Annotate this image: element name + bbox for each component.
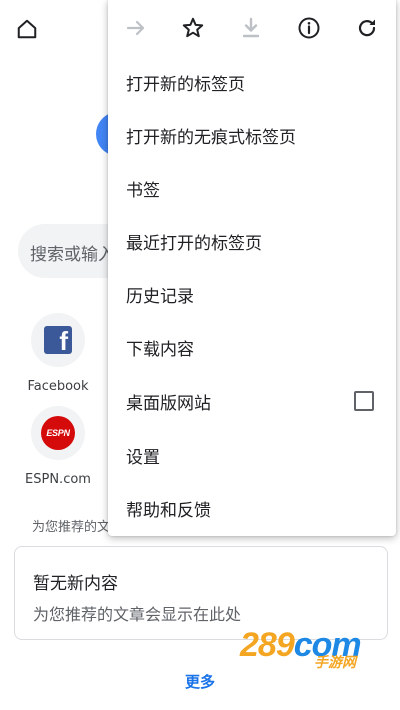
download-icon bbox=[242, 17, 260, 38]
forward-button[interactable] bbox=[122, 14, 150, 42]
forward-icon bbox=[126, 20, 145, 36]
menu-item-label: 打开新的无痕式标签页 bbox=[126, 128, 296, 148]
card-subtitle: 为您推荐的文章会显示在此处 bbox=[33, 605, 242, 624]
star-icon bbox=[182, 17, 204, 38]
menu-item-label: 下载内容 bbox=[126, 340, 194, 360]
menu-item-settings[interactable]: 设置 bbox=[108, 429, 396, 482]
menu-item-downloads[interactable]: 下载内容 bbox=[108, 321, 396, 374]
menu-item-label: 打开新的标签页 bbox=[126, 75, 245, 95]
menu-item-help-feedback[interactable]: 帮助和反馈 bbox=[108, 482, 396, 535]
menu-item-desktop-site[interactable]: 桌面版网站 bbox=[108, 375, 396, 428]
tile-espn[interactable]: ESPN ESPN.com bbox=[13, 406, 103, 487]
bookmark-star-button[interactable] bbox=[179, 14, 207, 42]
page-info-button[interactable] bbox=[295, 14, 323, 42]
search-placeholder: 搜索或输入 bbox=[30, 245, 115, 265]
menu-toolbar bbox=[108, 0, 396, 56]
tile-icon-container: ESPN bbox=[31, 406, 85, 460]
tile-label: ESPN.com bbox=[25, 472, 91, 487]
menu-item-label: 历史记录 bbox=[126, 287, 194, 307]
menu-item-label: 帮助和反馈 bbox=[126, 501, 211, 521]
menu-item-new-incognito-tab[interactable]: 打开新的无痕式标签页 bbox=[108, 109, 396, 162]
refresh-button[interactable] bbox=[353, 14, 381, 42]
overflow-menu: 打开新的标签页 打开新的无痕式标签页 书签 最近打开的标签页 历史记录 下载内容… bbox=[108, 0, 396, 536]
desktop-site-checkbox[interactable] bbox=[354, 391, 374, 411]
watermark-sub: 手游网 bbox=[314, 655, 356, 671]
menu-item-label: 最近打开的标签页 bbox=[126, 234, 262, 254]
tile-icon-container: f bbox=[31, 313, 85, 367]
menu-item-history[interactable]: 历史记录 bbox=[108, 268, 396, 321]
info-icon bbox=[298, 17, 320, 39]
menu-item-label: 桌面版网站 bbox=[126, 394, 211, 414]
card-title: 暂无新内容 bbox=[33, 574, 118, 594]
home-icon bbox=[17, 19, 37, 39]
refresh-icon bbox=[358, 19, 376, 37]
more-link[interactable]: 更多 bbox=[0, 671, 400, 692]
watermark-logo: 289com 手游网 bbox=[240, 626, 390, 674]
recommend-header: 为您推荐的文 bbox=[32, 520, 111, 535]
menu-item-recent-tabs[interactable]: 最近打开的标签页 bbox=[108, 215, 396, 268]
espn-icon: ESPN bbox=[41, 416, 75, 450]
menu-item-bookmarks[interactable]: 书签 bbox=[108, 162, 396, 215]
facebook-icon: f bbox=[44, 326, 72, 354]
menu-item-label: 设置 bbox=[126, 448, 160, 468]
download-button[interactable] bbox=[237, 14, 265, 42]
tile-label: Facebook bbox=[27, 379, 89, 394]
tile-facebook[interactable]: f Facebook bbox=[13, 313, 103, 394]
menu-item-label: 书签 bbox=[126, 181, 160, 201]
menu-item-new-tab[interactable]: 打开新的标签页 bbox=[108, 56, 396, 109]
home-button[interactable] bbox=[12, 14, 42, 44]
